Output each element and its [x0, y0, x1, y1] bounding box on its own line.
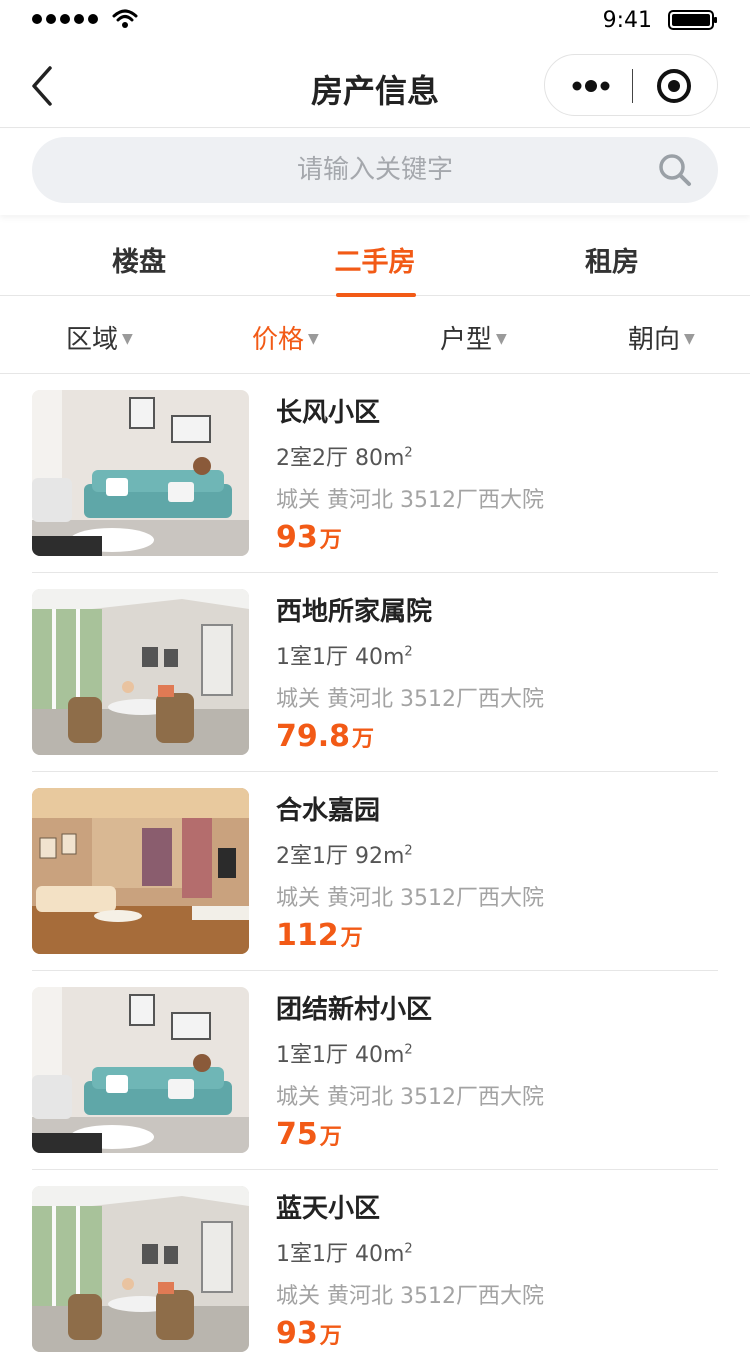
listing-photo: [32, 390, 249, 556]
status-bar: 9:41: [0, 0, 750, 40]
search-box: [32, 137, 718, 203]
listing-title: 合水嘉园: [276, 796, 381, 826]
listing-address: 城关 黄河北 3512厂西大院: [276, 886, 544, 911]
list-item[interactable]: 团结新村小区 1室1厅 40m2 城关 黄河北 3512厂西大院 75万: [32, 971, 718, 1170]
listing-layout: 1室1厅 40m2: [276, 1241, 413, 1267]
listing-address: 城关 黄河北 3512厂西大院: [276, 488, 544, 513]
category-tabs: 楼盘 二手房 租房: [0, 216, 750, 297]
filter-layout-label: 户型: [440, 325, 493, 355]
caret-down-icon: ▼: [684, 330, 695, 347]
listing-layout: 2室2厅 80m2: [276, 445, 413, 471]
listing-title: 西地所家属院: [276, 597, 433, 627]
list-item[interactable]: 合水嘉园 2室1厅 92m2 城关 黄河北 3512厂西大院 112万: [32, 772, 718, 971]
listing-title: 长风小区: [276, 398, 381, 428]
capsule-divider: [632, 69, 633, 103]
list-item[interactable]: 蓝天小区 1室1厅 40m2 城关 黄河北 3512厂西大院 93万: [32, 1170, 718, 1369]
listing-layout: 1室1厅 40m2: [276, 644, 413, 670]
filter-region-label: 区域: [66, 325, 119, 355]
listing-photo: [32, 788, 249, 954]
tab-new-homes[interactable]: 楼盘: [14, 216, 264, 296]
filter-bar: 区域 ▼ 价格 ▼ 户型 ▼ 朝向 ▼: [0, 297, 750, 374]
battery-icon: [668, 10, 717, 30]
more-icon[interactable]: [571, 79, 611, 93]
listing-layout: 1室1厅 40m2: [276, 1042, 413, 1068]
listing-price: 79.8万: [276, 719, 375, 754]
close-target-icon[interactable]: [655, 67, 693, 105]
listing-price: 112万: [276, 918, 363, 953]
listing-price: 93万: [276, 520, 342, 555]
caret-down-icon: ▼: [496, 330, 507, 347]
listing-photo: [32, 1186, 249, 1352]
caret-down-icon: ▼: [122, 330, 133, 347]
listing-title: 团结新村小区: [276, 995, 433, 1025]
caret-down-icon: ▼: [308, 330, 319, 347]
search-icon[interactable]: [658, 153, 692, 187]
tab-second-hand[interactable]: 二手房: [250, 216, 500, 296]
listing-photo: [32, 987, 249, 1153]
filter-price-label: 价格: [252, 325, 305, 355]
listing-photo: [32, 589, 249, 755]
filter-orientation-label: 朝向: [628, 325, 681, 355]
filter-orientation[interactable]: 朝向 ▼: [628, 319, 695, 355]
miniprogram-capsule: [544, 54, 718, 116]
filter-region[interactable]: 区域 ▼: [66, 319, 133, 355]
search-bar: [0, 129, 750, 215]
listing-address: 城关 黄河北 3512厂西大院: [276, 687, 544, 712]
listing-address: 城关 黄河北 3512厂西大院: [276, 1284, 544, 1309]
filter-price[interactable]: 价格 ▼: [252, 319, 319, 355]
list-item[interactable]: 西地所家属院 1室1厅 40m2 城关 黄河北 3512厂西大院 79.8万: [32, 573, 718, 772]
listing-layout: 2室1厅 92m2: [276, 843, 413, 869]
nav-bar: 房产信息: [0, 44, 750, 128]
search-input[interactable]: [32, 137, 718, 203]
listing-address: 城关 黄河北 3512厂西大院: [276, 1085, 544, 1110]
listing-price: 93万: [276, 1316, 342, 1351]
filter-layout[interactable]: 户型 ▼: [440, 319, 507, 355]
listing-price: 75万: [276, 1117, 342, 1152]
list-item[interactable]: 长风小区 2室2厅 80m2 城关 黄河北 3512厂西大院 93万: [32, 374, 718, 573]
tab-rental[interactable]: 租房: [487, 216, 737, 296]
listing-title: 蓝天小区: [276, 1194, 381, 1224]
status-time: 9:41: [602, 8, 652, 33]
